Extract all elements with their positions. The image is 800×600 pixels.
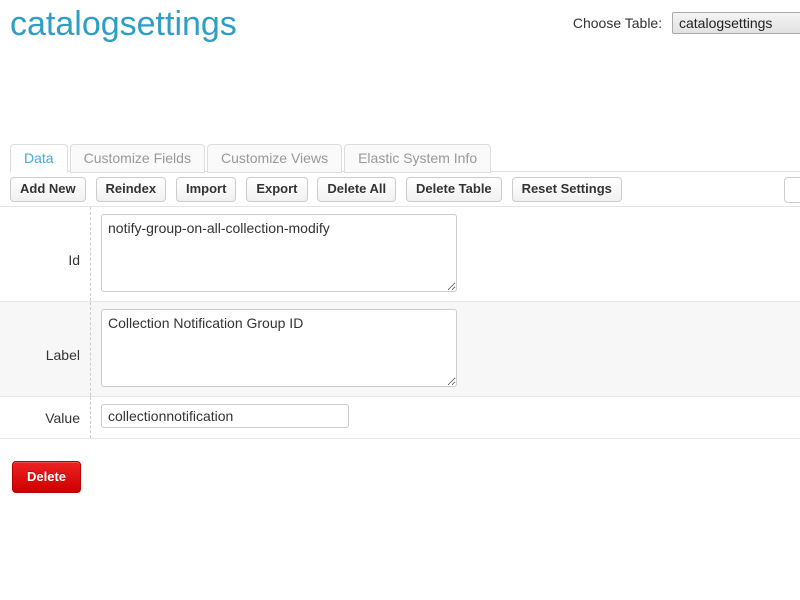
- record-detail-table: Id notify-group-on-all-collection-modify…: [0, 206, 800, 439]
- delete-record-area: Delete: [12, 461, 82, 493]
- row-divider: [90, 302, 91, 396]
- table-row: Label Collection Notification Group ID: [0, 302, 800, 397]
- import-button[interactable]: Import: [175, 177, 237, 202]
- tab-customize-views-link[interactable]: Customize Views: [206, 144, 343, 173]
- tab-data[interactable]: Data: [10, 143, 68, 173]
- tab-customize-views[interactable]: Customize Views: [206, 143, 343, 173]
- field-label-label: Label: [45, 347, 80, 363]
- field-label-id: Id: [68, 252, 80, 268]
- row-divider: [90, 397, 91, 438]
- table-select[interactable]: catalogsettings: [672, 12, 800, 34]
- tab-bar: Data Customize Fields Customize Views El…: [10, 143, 800, 173]
- tab-customize-fields[interactable]: Customize Fields: [69, 143, 205, 173]
- delete-table-button[interactable]: Delete Table: [406, 177, 502, 202]
- field-cell-id: notify-group-on-all-collection-modify: [101, 207, 800, 304]
- tab-elastic-system-info[interactable]: Elastic System Info: [344, 143, 492, 173]
- id-textarea[interactable]: notify-group-on-all-collection-modify: [101, 214, 457, 292]
- reindex-button[interactable]: Reindex: [95, 177, 167, 202]
- tab-customize-fields-link[interactable]: Customize Fields: [69, 144, 205, 173]
- delete-all-button[interactable]: Delete All: [317, 177, 397, 202]
- field-label-value: Value: [45, 410, 80, 426]
- tab-elastic-system-info-link[interactable]: Elastic System Info: [344, 144, 492, 173]
- export-button[interactable]: Export: [246, 177, 308, 202]
- action-toolbar: Add New Reindex Import Export Delete All…: [10, 177, 800, 203]
- add-new-button[interactable]: Add New: [10, 177, 86, 202]
- page-title: catalogsettings: [10, 5, 237, 43]
- choose-table-control: Choose Table: catalogsettings: [573, 12, 800, 34]
- field-cell-label: Collection Notification Group ID: [101, 302, 800, 399]
- field-cell-value: [101, 397, 800, 437]
- page-header: catalogsettings Choose Table: catalogset…: [0, 0, 800, 70]
- search-input[interactable]: [784, 177, 800, 203]
- value-input[interactable]: [101, 404, 349, 428]
- tab-data-link[interactable]: Data: [10, 144, 68, 173]
- reset-settings-button[interactable]: Reset Settings: [511, 177, 622, 202]
- label-textarea[interactable]: Collection Notification Group ID: [101, 309, 457, 387]
- table-row: Id notify-group-on-all-collection-modify: [0, 207, 800, 302]
- delete-button[interactable]: Delete: [12, 461, 82, 493]
- row-divider: [90, 207, 91, 301]
- table-row: Value: [0, 397, 800, 439]
- choose-table-label: Choose Table:: [572, 15, 663, 31]
